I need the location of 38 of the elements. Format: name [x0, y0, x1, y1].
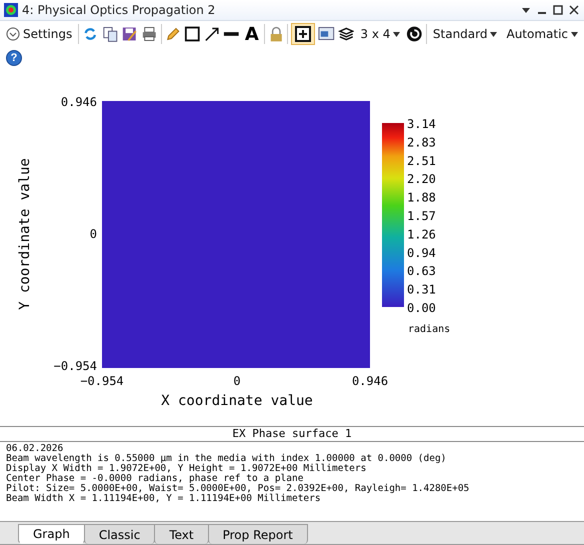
x-axis-title: X coordinate value: [161, 393, 313, 409]
color-scale-label: 1.26: [407, 227, 436, 242]
report-line: Beam wavelength is 0.55000 µm in the media with index 1.00000 at 0.0000 (deg): [6, 454, 448, 464]
color-scale-label: 0.31: [407, 282, 436, 297]
report-title: EX Phase surface 1: [0, 426, 584, 442]
y-tick-label: −0.954: [54, 359, 97, 373]
report-line: Center Phase = -0.0000 radians, phase ref to a plane: [6, 474, 304, 484]
y-tick-label: 0: [90, 227, 97, 241]
x-tick-label: 0: [233, 374, 241, 388]
window-title: 4: Physical Optics Propagation 2: [22, 3, 216, 17]
color-scale-label: 3.14: [407, 117, 436, 131]
color-scale-label: 0.94: [407, 246, 436, 260]
x-tick-label: −0.954: [80, 374, 124, 388]
color-scale-label: 2.20: [407, 172, 436, 186]
report-line: Pilot: Size= 5.0000E+00, Waist= 5.0000E+00, Pos= 2.0392E+00, Rayleigh= 1.4280E+05: [6, 484, 470, 494]
y-tick-label: 0.946: [60, 95, 97, 109]
style-dropdown[interactable]: Standard: [430, 25, 500, 43]
color-scale-label: 0.00: [407, 301, 436, 315]
color-scale-label: 2.51: [407, 154, 436, 168]
tab[interactable]: Text: [154, 524, 209, 544]
tab[interactable]: Prop Report: [208, 524, 308, 544]
scale-dropdown[interactable]: Automatic: [503, 25, 582, 43]
text-tool-button[interactable]: A: [242, 24, 261, 44]
unit-label: radians: [408, 324, 450, 335]
report-line: Display X Width = 1.9072E+00, Y Height = 1.9072E+00 Millimeters: [6, 464, 368, 474]
color-scale-label: 1.88: [407, 190, 436, 205]
report-line: Beam Width X = 1.11194E+00, Y = 1.11194E+00 Millimeters: [6, 494, 322, 504]
y-axis-title: Y coordinate value: [17, 158, 33, 310]
help-button[interactable]: ?: [6, 50, 22, 66]
color-scale-label: 1.57: [407, 209, 436, 223]
color-scale-label: 2.83: [407, 135, 436, 150]
settings-button[interactable]: Settings: [3, 25, 76, 43]
tab[interactable]: Classic: [84, 524, 156, 544]
report-line: 06.02.2026: [6, 444, 64, 454]
color-scale-label: 0.63: [407, 264, 436, 278]
x-tick-label: 0.946: [352, 374, 388, 388]
tab[interactable]: Graph: [18, 524, 85, 544]
layout-dropdown[interactable]: 3 x 4: [357, 25, 404, 43]
